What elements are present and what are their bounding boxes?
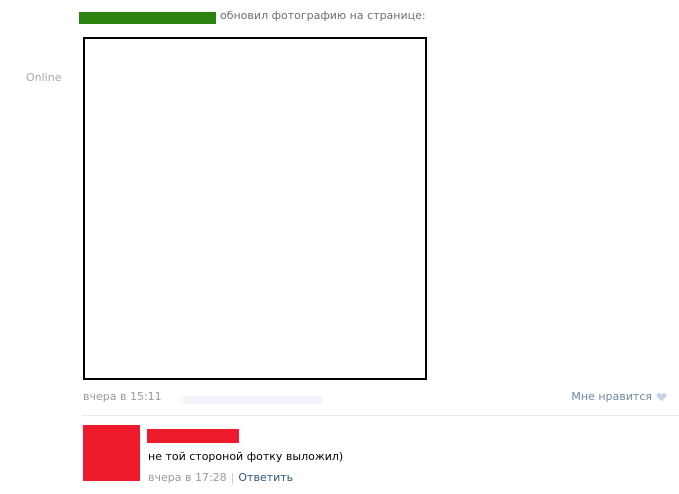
comment-text: не той стороной фотку выложил) [148, 450, 344, 463]
heart-icon [656, 392, 667, 401]
like-button[interactable]: Мне нравится [571, 390, 667, 403]
commenter-avatar-redacted[interactable] [83, 425, 140, 481]
online-status: Online [26, 71, 62, 84]
post-photo[interactable] [83, 37, 427, 380]
meta-separator: | [230, 471, 235, 484]
comment-meta: вчера в 17:28 | Ответить [148, 471, 293, 484]
post-author-name-redacted[interactable] [79, 12, 216, 24]
post-action-text: обновил фотографию на странице: [220, 9, 426, 22]
reply-link[interactable]: Ответить [238, 471, 293, 484]
like-label: Мне нравится [571, 390, 652, 403]
comment-divider [82, 415, 679, 416]
comment-date[interactable]: вчера в 17:28 [148, 471, 227, 484]
faint-divider [183, 396, 323, 404]
commenter-name-redacted[interactable] [147, 429, 239, 443]
post-date[interactable]: вчера в 15:11 [83, 390, 162, 403]
